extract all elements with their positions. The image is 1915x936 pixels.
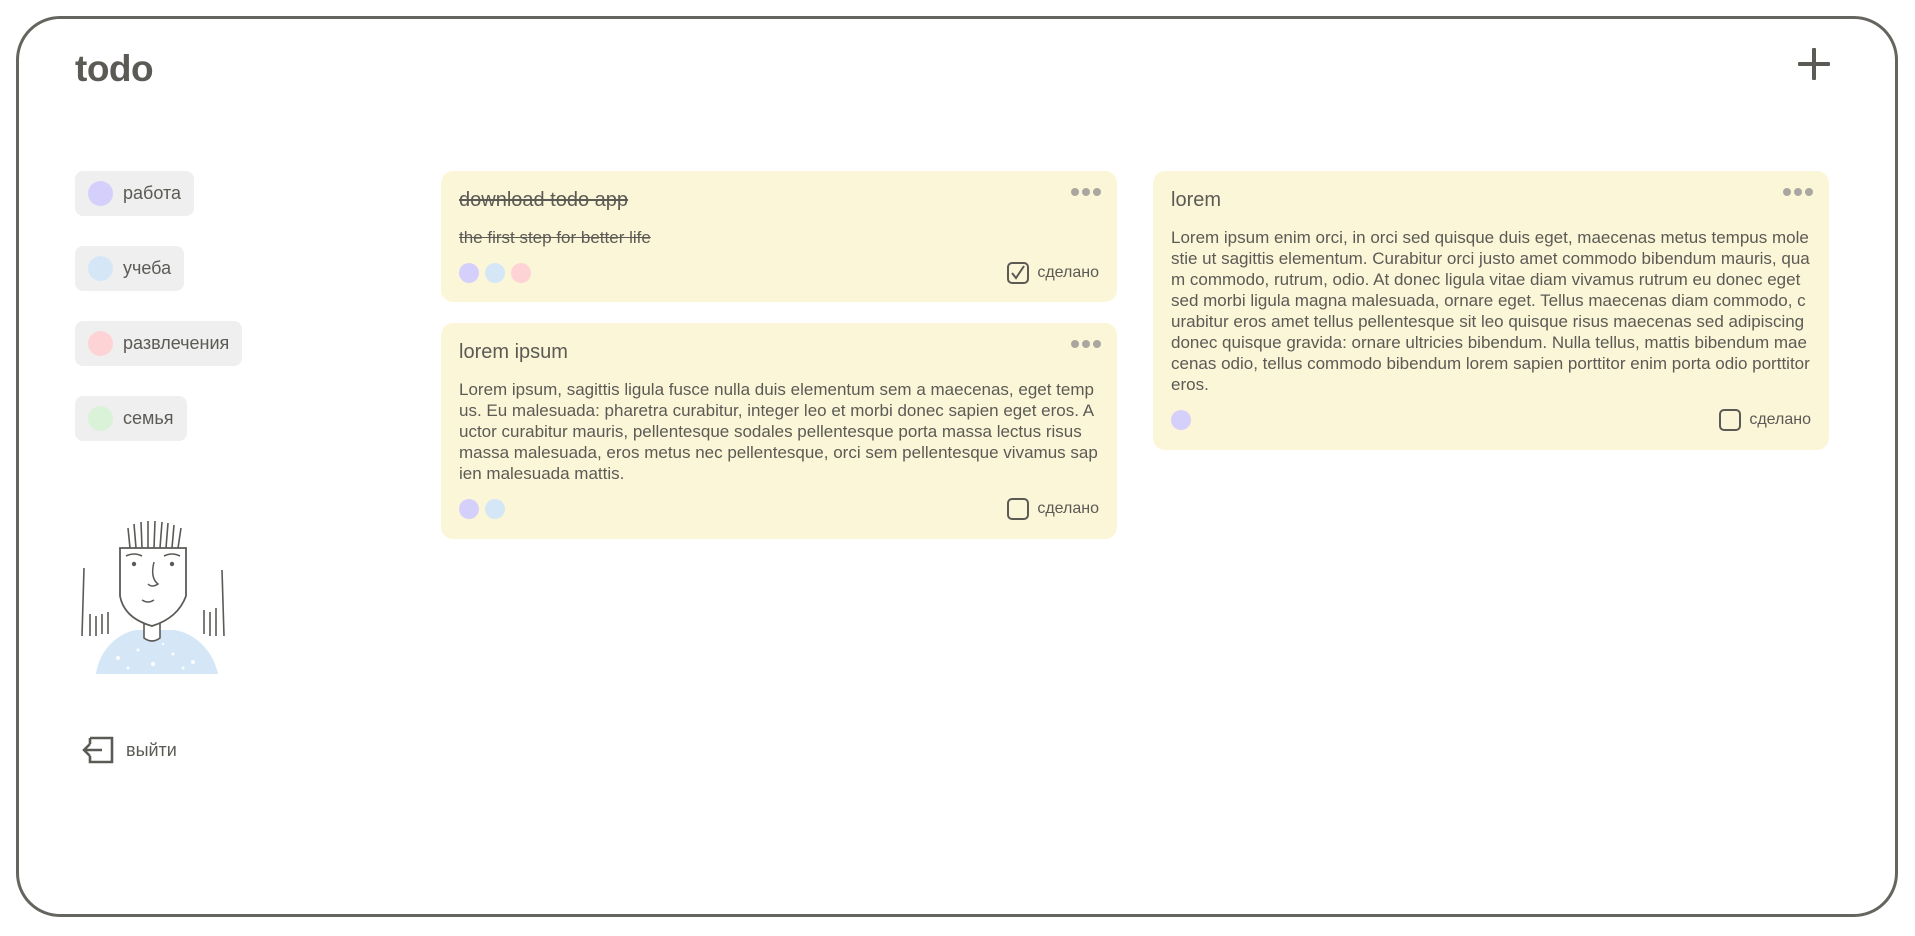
logout-button[interactable]: выйти (80, 734, 177, 766)
add-task-button[interactable] (1796, 46, 1832, 82)
dot-icon (1093, 188, 1101, 196)
tag-work-dot (459, 499, 479, 519)
card-menu-button[interactable] (1071, 339, 1101, 349)
fun-dot-icon (88, 331, 113, 356)
task-card: lorem ipsum Lorem ipsum, sagittis ligula… (441, 323, 1117, 539)
card-tags (459, 263, 531, 283)
tag-study-dot (485, 263, 505, 283)
logout-icon (82, 736, 114, 764)
work-dot-icon (88, 181, 113, 206)
category-label: учеба (123, 258, 172, 278)
dot-icon (1794, 188, 1802, 196)
category-label: развлечения (123, 333, 230, 353)
task-card: lorem Lorem ipsum enim orci, in orci sed… (1153, 171, 1829, 450)
app-title: todo (75, 48, 154, 89)
category-fun[interactable]: развлечения (75, 321, 243, 366)
card-description: Lorem ipsum, sagittis ligula fusce nulla… (459, 380, 1098, 483)
card-tags (1171, 410, 1191, 430)
card-title: lorem ipsum (459, 341, 568, 363)
dot-icon (1783, 188, 1791, 196)
tag-work-dot (1171, 410, 1191, 430)
dot-icon (1071, 188, 1079, 196)
card-description: Lorem ipsum enim orci, in orci sed quisq… (1171, 228, 1810, 394)
category-work[interactable]: работа (75, 171, 194, 216)
avatar-illustration (81, 520, 225, 674)
done-label: сделано (1037, 264, 1099, 281)
done-checkbox[interactable]: сделано (1719, 409, 1811, 431)
done-checkbox[interactable]: сделано (1007, 498, 1099, 520)
category-study[interactable]: учеба (75, 246, 185, 291)
card-title: lorem (1171, 189, 1222, 211)
family-dot-icon (88, 406, 113, 431)
card-title: download todo app (459, 189, 629, 211)
logout-label: выйти (126, 739, 177, 760)
task-card: download todo app the first step for bet… (441, 171, 1117, 302)
card-tags (459, 499, 505, 519)
category-label: семья (123, 408, 174, 428)
dot-icon (1093, 340, 1101, 348)
tag-fun-dot (511, 263, 531, 283)
card-menu-button[interactable] (1071, 187, 1101, 197)
checkbox-unchecked-icon (1007, 498, 1030, 520)
checkbox-checked-icon (1007, 262, 1030, 284)
dot-icon (1082, 340, 1090, 348)
tag-work-dot (459, 263, 479, 283)
card-description: the first step for better life (459, 228, 651, 247)
dot-icon (1082, 188, 1090, 196)
category-label: работа (123, 183, 181, 203)
done-checkbox[interactable]: сделано (1007, 262, 1099, 284)
dot-icon (1805, 188, 1813, 196)
checkbox-unchecked-icon (1719, 409, 1742, 431)
tag-study-dot (485, 499, 505, 519)
dot-icon (1071, 340, 1079, 348)
category-family[interactable]: семья (75, 396, 187, 441)
card-menu-button[interactable] (1783, 187, 1813, 197)
done-label: сделано (1749, 411, 1811, 428)
done-label: сделано (1037, 500, 1099, 517)
study-dot-icon (88, 256, 113, 281)
